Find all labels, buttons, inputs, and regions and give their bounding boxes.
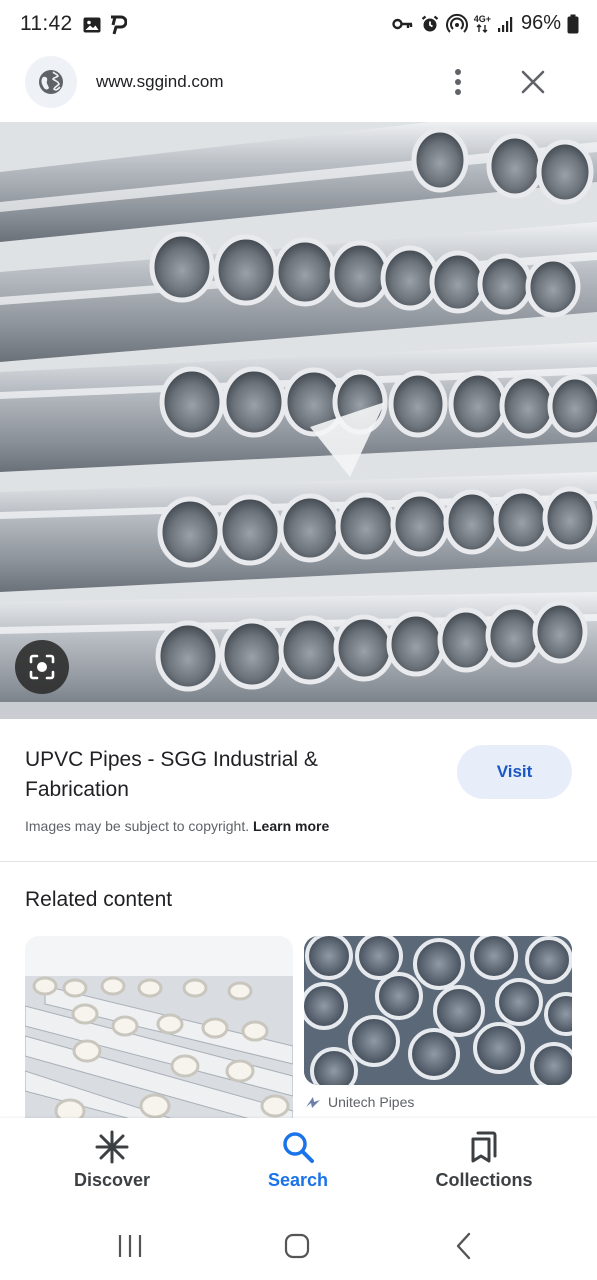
nav-collections-label: Collections — [435, 1170, 533, 1190]
url-text[interactable]: www.sggind.com — [96, 72, 224, 92]
globe-icon — [39, 70, 63, 94]
back-icon — [456, 1232, 471, 1260]
nav-discover[interactable]: Discover — [42, 1130, 182, 1191]
more-options-button[interactable] — [440, 60, 476, 104]
learn-more-link[interactable]: Learn more — [253, 818, 329, 834]
related-source-2[interactable]: Unitech Pipes — [304, 1094, 414, 1110]
pipes-photo — [0, 122, 597, 719]
alarm-icon — [421, 15, 438, 31]
related-content-heading: Related content — [25, 888, 173, 911]
divider — [0, 861, 597, 862]
battery-percent: 96% — [520, 12, 561, 34]
network-indicator: 4G+ — [473, 13, 491, 33]
site-info-button[interactable] — [25, 56, 77, 108]
recents-icon — [118, 1235, 142, 1257]
search-icon — [283, 1132, 314, 1163]
bookmarks-icon — [471, 1131, 497, 1163]
lens-icon — [29, 654, 55, 680]
signal-icon — [497, 16, 513, 32]
home-icon — [284, 1233, 310, 1259]
nav-search-label: Search — [267, 1170, 329, 1190]
system-nav — [0, 1214, 597, 1280]
close-button[interactable] — [512, 60, 554, 104]
nav-search[interactable]: Search — [228, 1130, 368, 1191]
result-title[interactable]: UPVC Pipes - SGG Industrial & Fabricatio… — [25, 745, 425, 805]
key-icon — [392, 18, 412, 29]
related-image-2 — [304, 936, 572, 1085]
recents-button[interactable] — [100, 1226, 160, 1266]
more-vert-icon — [455, 69, 461, 95]
visit-button[interactable]: Visit — [457, 745, 572, 799]
data-arrows-icon — [476, 23, 488, 33]
source-name: Unitech Pipes — [328, 1094, 415, 1110]
p-icon — [111, 15, 127, 35]
screen: 11:42 4G+ 96% www.sggind.com UPVC Pipes … — [0, 0, 597, 1280]
status-left-icons — [82, 15, 127, 35]
status-bar: 11:42 4G+ 96% — [0, 0, 597, 52]
nav-discover-label: Discover — [73, 1170, 151, 1190]
related-card-2[interactable] — [304, 936, 572, 1085]
lens-button[interactable] — [15, 640, 69, 694]
nav-collections[interactable]: Collections — [414, 1130, 554, 1191]
battery-icon — [567, 14, 579, 33]
hotspot-icon — [445, 13, 468, 33]
bottom-nav: Discover Search Collections — [0, 1118, 597, 1214]
network-label: 4G+ — [473, 13, 491, 24]
home-button[interactable] — [267, 1226, 327, 1266]
copyright-text: Images may be subject to copyright. — [25, 818, 250, 834]
hero-image[interactable] — [0, 122, 597, 719]
close-icon — [521, 70, 545, 94]
status-right: 4G+ 96% — [392, 12, 579, 35]
back-button[interactable] — [434, 1226, 494, 1266]
url-bar: www.sggind.com — [0, 52, 597, 114]
gallery-icon — [83, 17, 101, 33]
related-image-1 — [25, 936, 293, 1136]
copyright-notice: Images may be subject to copyright. Lear… — [25, 818, 329, 834]
source-logo-icon — [306, 1097, 320, 1108]
status-time: 11:42 — [20, 12, 73, 35]
related-card-1[interactable] — [25, 936, 293, 1136]
asterisk-icon — [95, 1130, 129, 1164]
